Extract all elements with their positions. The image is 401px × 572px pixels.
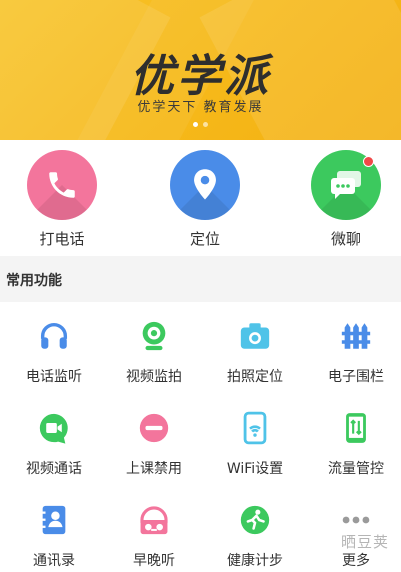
call-circle <box>27 150 97 220</box>
feature-label: 健康计步 <box>227 553 283 569</box>
radio-headphones-icon <box>134 500 174 540</box>
feature-step-counter[interactable]: 健康计步 <box>205 486 305 572</box>
feature-label: WiFi设置 <box>226 461 284 477</box>
feature-more[interactable]: 更多 <box>306 486 401 572</box>
feature-label: 电话监听 <box>26 369 82 385</box>
carousel-indicator <box>0 122 401 127</box>
feature-contacts[interactable]: 通讯录 <box>4 486 104 572</box>
locate-button[interactable]: 定位 <box>155 150 255 249</box>
headphones-icon <box>34 316 74 356</box>
step-counter-icon <box>235 500 275 540</box>
location-pin-icon <box>194 169 216 200</box>
camera-icon <box>235 316 275 356</box>
carousel-dot[interactable] <box>203 122 208 127</box>
phone-icon <box>49 172 75 198</box>
feature-label: 视频监拍 <box>126 369 182 385</box>
feature-geofence[interactable]: 电子围栏 <box>306 302 401 392</box>
feature-class-disable[interactable]: 上课禁用 <box>104 394 204 484</box>
unread-badge <box>363 156 374 167</box>
watermark-text: 晒豆荚 <box>340 533 389 551</box>
call-label: 打电话 <box>39 230 85 248</box>
data-traffic-icon <box>336 408 376 448</box>
feature-label: 流量管控 <box>328 461 384 477</box>
feature-label: 早晚听 <box>133 553 175 569</box>
feature-label: 拍照定位 <box>227 369 283 385</box>
feature-label: 更多 <box>342 553 370 569</box>
carousel-dot-active[interactable] <box>193 122 198 127</box>
chat-button[interactable]: 微聊 <box>296 150 396 249</box>
feature-label: 上课禁用 <box>126 461 182 477</box>
contacts-icon <box>34 500 74 540</box>
brand-slogan: 优学天下 教育发展 <box>137 100 264 115</box>
feature-video-capture[interactable]: 视频监拍 <box>104 302 204 392</box>
locate-circle <box>170 150 240 220</box>
feature-label: 视频通话 <box>26 461 82 477</box>
webcam-icon <box>134 316 174 356</box>
chat-label: 微聊 <box>330 230 361 248</box>
section-title: 常用功能 <box>6 273 62 289</box>
feature-label: 电子围栏 <box>328 369 384 385</box>
app-screen: 优学派 优学天下 教育发展 打电话 定位 微聊 常用功能 电话监听 视频监拍 拍… <box>0 0 401 572</box>
no-entry-icon <box>134 408 174 448</box>
fence-icon <box>336 316 376 356</box>
feature-phone-monitor[interactable]: 电话监听 <box>4 302 104 392</box>
feature-wifi-settings[interactable]: WiFi设置 <box>205 394 305 484</box>
promo-banner[interactable]: 优学派 优学天下 教育发展 <box>0 0 401 140</box>
brand-logo-text: 优学派 <box>130 51 271 102</box>
wifi-phone-icon <box>235 408 275 448</box>
feature-photo-locate[interactable]: 拍照定位 <box>205 302 305 392</box>
feature-video-call[interactable]: 视频通话 <box>4 394 104 484</box>
feature-label: 通讯录 <box>33 553 75 569</box>
quick-actions: 打电话 定位 微聊 <box>0 140 401 256</box>
call-button[interactable]: 打电话 <box>12 150 112 249</box>
video-call-icon <box>34 408 74 448</box>
chat-bubbles-icon <box>331 171 361 199</box>
section-header: 常用功能 <box>0 256 401 302</box>
locate-label: 定位 <box>189 230 220 248</box>
feature-morning-evening-listen[interactable]: 早晚听 <box>104 486 204 572</box>
feature-data-control[interactable]: 流量管控 <box>306 394 401 484</box>
